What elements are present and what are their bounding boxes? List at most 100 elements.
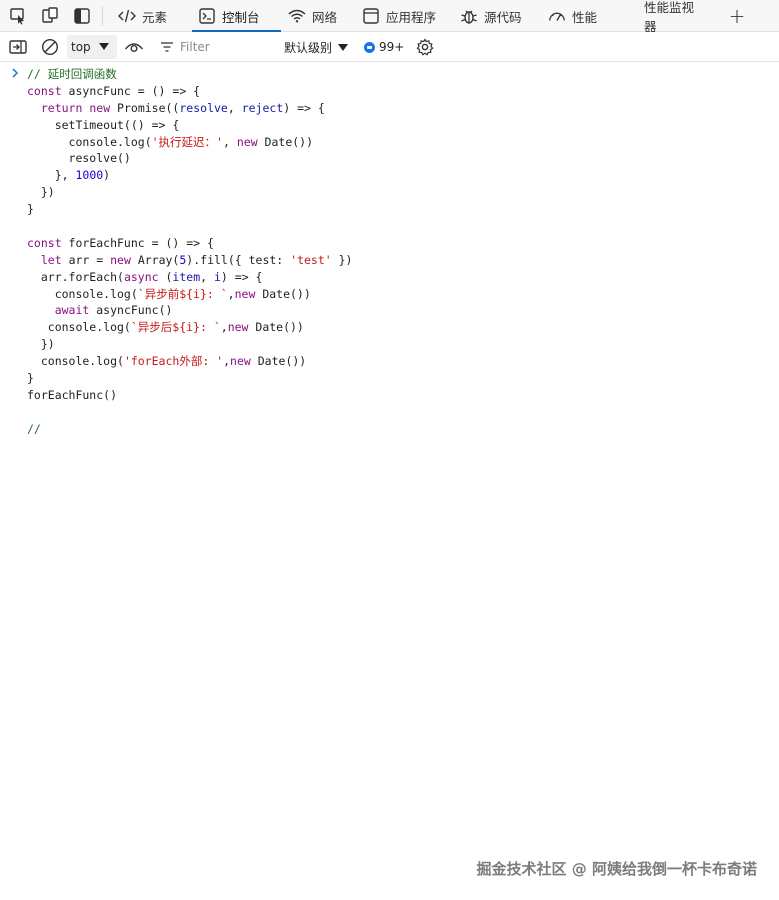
code-line: } [27, 370, 352, 387]
code-token: 'test' [290, 252, 332, 267]
code-token: ) => { [283, 100, 325, 115]
code-line: }) [27, 184, 352, 201]
tab-label: 应用程序 [386, 9, 437, 25]
code-line: // [27, 421, 352, 438]
inspect-element-icon[interactable] [8, 6, 28, 26]
code-token: console.log( [27, 286, 138, 301]
code-token: , [227, 100, 242, 115]
code-line: setTimeout(() => { [27, 117, 352, 134]
code-token: 'forEach外部: ' [123, 354, 224, 369]
console-icon [198, 7, 216, 25]
clear-console-icon[interactable] [40, 37, 60, 57]
code-token: }) [27, 185, 55, 200]
tab-performance-monitor[interactable]: 性能监视器 [638, 0, 712, 34]
code-token: Date()) [250, 354, 307, 369]
code-token: Date()) [255, 286, 311, 301]
code-line: console.log(`异步前${i}: `,new Date()) [27, 286, 352, 303]
code-token: console.log( [27, 354, 124, 369]
tab-performance[interactable]: 性能 [542, 0, 608, 32]
code-line: }, 1000) [27, 167, 352, 184]
dock-side-icon[interactable] [72, 6, 92, 26]
code-token: item [172, 269, 201, 284]
code-token: arr.forEach( [27, 269, 124, 284]
prompt-chevron-icon [12, 68, 19, 78]
code-token: ) [103, 168, 111, 183]
issues-counter[interactable]: 99+ [364, 35, 404, 59]
code-token: asyncFunc() [89, 303, 173, 318]
toolbar-separator [102, 6, 103, 26]
code-token: // [27, 421, 41, 436]
tab-label: 元素 [142, 9, 168, 25]
tab-label: 性能监视器 [644, 0, 695, 34]
add-tab-button[interactable]: + [726, 4, 748, 28]
tab-elements[interactable]: 元素 [112, 0, 192, 32]
code-line: const asyncFunc = () => { [27, 83, 352, 100]
tab-label: 源代码 [484, 9, 522, 25]
application-icon [362, 7, 380, 25]
console-toolbar: top 默认级别 99+ [0, 32, 779, 62]
code-line: } [27, 201, 352, 218]
tab-console[interactable]: 控制台 [192, 0, 281, 32]
code-token: Date()) [257, 134, 314, 149]
code-line: }) [27, 336, 352, 353]
code-token: forEachFunc = () => { [61, 235, 214, 250]
console-input-code[interactable]: // 延时回调函数 const asyncFunc = () => { retur… [27, 66, 352, 438]
issues-count: 99+ [379, 40, 405, 54]
tab-label: 控制台 [222, 9, 260, 25]
code-token: arr = [61, 252, 111, 267]
tab-sources[interactable]: 源代码 [454, 0, 540, 32]
code-token: new [227, 320, 249, 335]
code-token: const [27, 83, 62, 98]
code-token: ).fill({ test: [186, 252, 291, 267]
filter-input[interactable] [180, 40, 270, 54]
bug-icon [460, 7, 478, 25]
tab-application[interactable]: 应用程序 [356, 0, 448, 32]
performance-icon [548, 7, 566, 25]
device-emulation-icon[interactable] [40, 6, 60, 26]
code-token: return [40, 100, 83, 115]
code-token: }, [27, 168, 76, 183]
toggle-sidebar-icon[interactable] [8, 37, 28, 57]
filter-icon [160, 38, 174, 57]
code-token: , [222, 134, 237, 149]
code-line: const forEachFunc = () => { [27, 235, 352, 252]
settings-gear-icon[interactable] [415, 37, 435, 57]
chevron-down-icon [99, 43, 109, 50]
code-token: console.log( [27, 320, 131, 335]
code-tag-icon [118, 7, 136, 25]
code-line: await asyncFunc() [27, 302, 352, 319]
code-token: resolve [179, 100, 228, 115]
code-token: }) [331, 252, 353, 267]
chevron-down-icon [338, 43, 349, 51]
code-token: 1000 [75, 168, 104, 183]
wifi-icon [288, 7, 306, 25]
code-token: new [236, 134, 258, 149]
code-line: console.log('forEach外部: ',new Date()) [27, 353, 352, 370]
code-token: '执行延迟：' [151, 134, 223, 149]
code-line: return new Promise((resolve, reject) => … [27, 100, 352, 117]
code-token: Array( [130, 252, 180, 267]
code-token: let [40, 252, 62, 267]
context-selector[interactable]: top [67, 35, 117, 59]
tab-network[interactable]: 网络 [282, 0, 356, 32]
code-line: resolve() [27, 150, 352, 167]
code-token: Date()) [248, 320, 304, 335]
code-line: forEachFunc() [27, 387, 352, 404]
code-token: new [110, 252, 131, 267]
code-token: await [54, 303, 90, 318]
code-token: new [234, 286, 256, 301]
log-level-dropdown[interactable]: 默认级别 [284, 35, 349, 59]
code-token: `异步前${i}: ` [137, 286, 228, 301]
log-level-label: 默认级别 [284, 40, 333, 55]
code-token: async [123, 269, 159, 284]
code-line: // 延时回调函数 [27, 66, 352, 83]
code-token: new [230, 354, 251, 369]
context-value: top [71, 40, 91, 54]
code-line: arr.forEach(async (item, i) => { [27, 269, 352, 286]
code-token: `异步后${i}: ` [130, 320, 221, 335]
live-expression-eye-icon[interactable] [124, 37, 144, 57]
code-token: , [223, 354, 231, 369]
tab-label: 性能 [572, 9, 598, 25]
filter-box[interactable] [160, 35, 272, 59]
code-token: resolve() [27, 151, 131, 166]
